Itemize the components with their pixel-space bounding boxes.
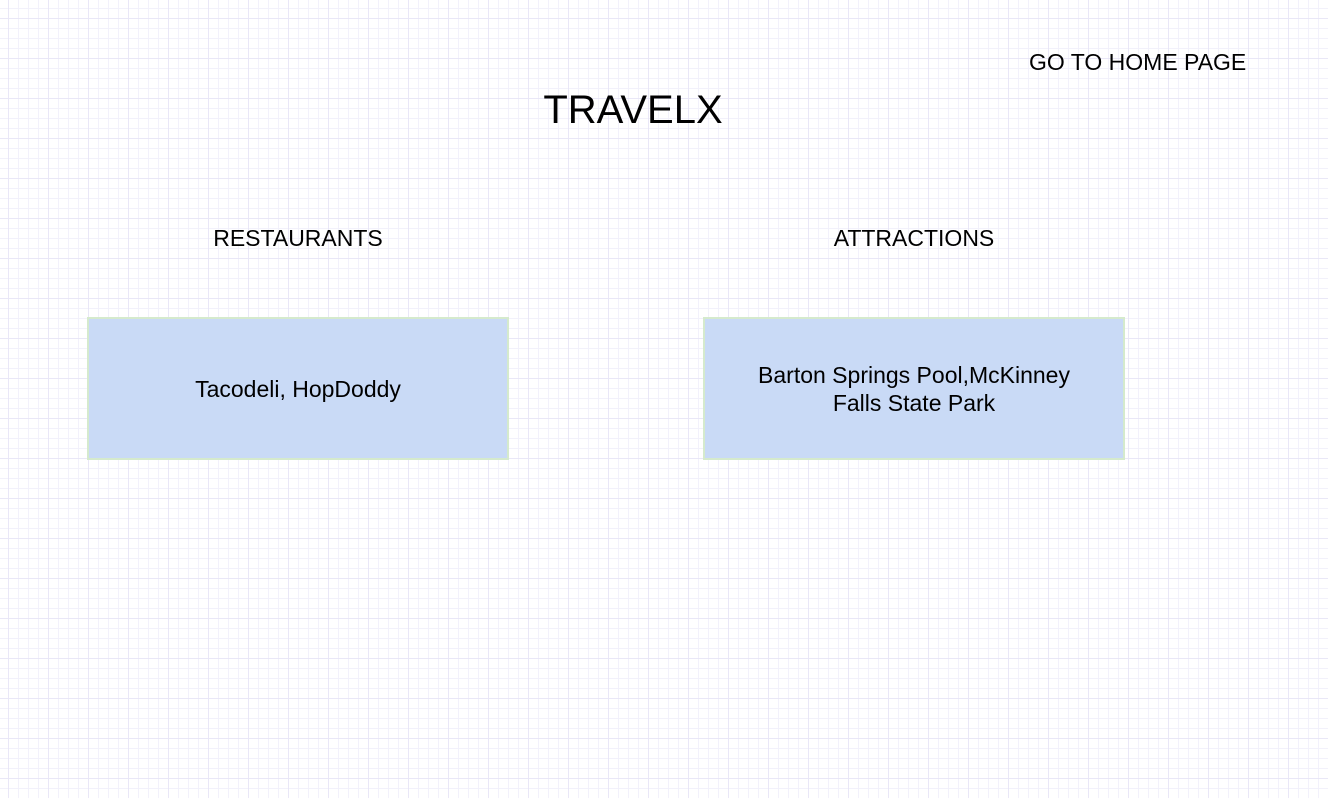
attractions-heading: ATTRACTIONS bbox=[833, 225, 995, 251]
attractions-card: Barton Springs Pool,McKinney Falls State… bbox=[703, 317, 1125, 460]
go-to-home-page-link[interactable]: GO TO HOME PAGE bbox=[1029, 48, 1246, 76]
restaurants-list: Tacodeli, HopDoddy bbox=[195, 375, 401, 402]
page-title: TRAVELX bbox=[543, 88, 723, 132]
attractions-list: Barton Springs Pool,McKinney Falls State… bbox=[758, 361, 1070, 416]
restaurants-card: Tacodeli, HopDoddy bbox=[87, 317, 509, 460]
restaurants-heading: RESTAURANTS bbox=[213, 225, 383, 251]
